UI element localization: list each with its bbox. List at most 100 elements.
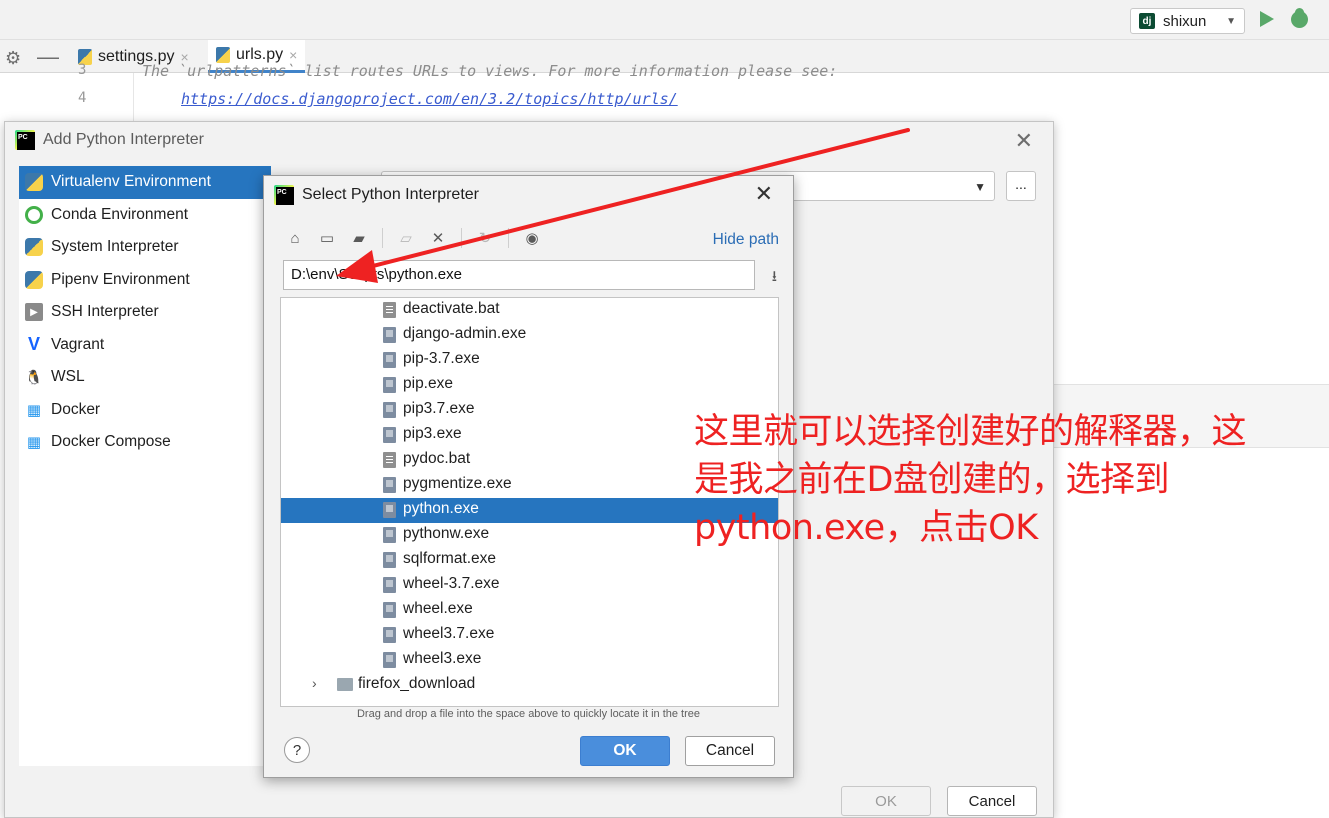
executable-file-icon [383, 602, 396, 618]
annotation-line: python.exe，点击OK [694, 508, 1038, 548]
code-docs-link[interactable]: https://docs.djangoproject.com/en/3.2/to… [181, 90, 678, 108]
path-field[interactable]: D:\env\Scripts\python.exe [283, 260, 755, 290]
toolbar-divider [508, 228, 509, 248]
show-hidden-files-icon[interactable]: ◉ [523, 229, 541, 247]
line-number: 4 [78, 90, 87, 106]
file-name: pythonw.exe [403, 525, 490, 542]
executable-file-icon [383, 377, 396, 393]
docker-icon: ▦ [26, 401, 42, 419]
executable-file-icon [383, 627, 396, 643]
gear-icon[interactable]: ⚙ [5, 48, 21, 69]
ok-button[interactable]: OK [841, 786, 931, 816]
tree-folder-row[interactable]: › firefox_download [281, 673, 778, 698]
env-item-ssh[interactable]: ▶ SSH Interpreter [19, 296, 271, 329]
env-item-docker[interactable]: ▦ Docker [19, 394, 271, 427]
dialog-title: Select Python Interpreter [302, 186, 479, 203]
close-tab-icon[interactable]: × [289, 47, 297, 63]
browse-button[interactable]: ... [1006, 171, 1036, 201]
django-icon: dj [1139, 13, 1155, 29]
executable-file-icon [383, 502, 396, 518]
file-name: pip3.7.exe [403, 400, 475, 417]
file-name: wheel3.7.exe [403, 625, 495, 642]
executable-file-icon [383, 352, 396, 368]
code-comment-line: The `urlpatterns` list routes URLs to vi… [142, 62, 838, 80]
executable-file-icon [383, 527, 396, 543]
executable-file-icon [383, 552, 396, 568]
run-icon[interactable] [1260, 11, 1274, 27]
tree-file-row[interactable]: django-admin.exe [281, 323, 778, 348]
close-icon[interactable]: ✕ [1015, 128, 1033, 154]
debug-icon[interactable] [1291, 8, 1308, 28]
executable-file-icon [383, 577, 396, 593]
env-item-label: System Interpreter [51, 238, 179, 256]
tree-file-row[interactable]: wheel-3.7.exe [281, 573, 778, 598]
env-item-wsl[interactable]: 🐧 WSL [19, 361, 271, 394]
env-item-label: Vagrant [51, 335, 105, 353]
env-item-label: Pipenv Environment [51, 270, 190, 288]
env-item-vagrant[interactable]: V Vagrant [19, 329, 271, 362]
tree-file-row[interactable]: pip-3.7.exe [281, 348, 778, 373]
dialog-title: Add Python Interpreter [43, 131, 204, 148]
folder-name: firefox_download [358, 675, 476, 692]
cancel-button[interactable]: Cancel [947, 786, 1037, 816]
file-name: wheel.exe [403, 600, 473, 617]
pycharm-icon [15, 130, 35, 150]
minimize-icon[interactable]: — [37, 44, 59, 70]
hide-path-link[interactable]: Hide path [713, 231, 779, 249]
chevron-down-icon: ▼ [1226, 15, 1236, 27]
conda-icon [25, 205, 43, 224]
chevron-right-icon[interactable]: › [312, 675, 317, 691]
download-path-icon[interactable]: ⭳ [772, 266, 777, 291]
file-name: pydoc.bat [403, 450, 471, 467]
env-item-docker-compose[interactable]: ▦ Docker Compose [19, 426, 271, 459]
tree-file-row[interactable]: deactivate.bat [281, 298, 778, 323]
annotation-line: 是我之前在D盘创建的，选择到 [694, 460, 1169, 500]
environment-type-list: Virtualenv Environment Conda Environment… [19, 166, 271, 766]
tree-file-row[interactable]: wheel3.7.exe [281, 623, 778, 648]
refresh-icon[interactable]: ↻ [476, 229, 494, 247]
new-folder-icon[interactable]: ▱ [397, 229, 415, 247]
ssh-icon: ▶ [25, 303, 43, 322]
delete-icon[interactable]: ✕ [429, 229, 447, 247]
file-name: pip-3.7.exe [403, 350, 480, 367]
batch-file-icon [383, 452, 396, 468]
env-item-conda[interactable]: Conda Environment [19, 199, 271, 232]
close-icon[interactable]: ✕ [755, 181, 773, 207]
env-item-label: SSH Interpreter [51, 303, 159, 321]
tree-file-row[interactable]: pip.exe [281, 373, 778, 398]
tree-file-row[interactable]: wheel3.exe [281, 648, 778, 673]
file-name: pip.exe [403, 375, 453, 392]
home-icon[interactable]: ⌂ [286, 229, 304, 247]
env-item-pipenv[interactable]: Pipenv Environment [19, 264, 271, 297]
vagrant-icon: V [27, 334, 40, 355]
help-button[interactable]: ? [284, 737, 310, 763]
pycharm-icon [274, 185, 294, 205]
executable-file-icon [383, 652, 396, 668]
drag-drop-hint: Drag and drop a file into the space abov… [356, 708, 701, 720]
file-name: wheel-3.7.exe [403, 575, 500, 592]
env-item-system[interactable]: System Interpreter [19, 231, 271, 264]
run-configuration-selector[interactable]: dj shixun ▼ [1130, 8, 1245, 34]
file-name: pygmentize.exe [403, 475, 512, 492]
project-folder-icon[interactable]: ▰ [350, 229, 368, 247]
executable-file-icon [383, 427, 396, 443]
env-item-virtualenv[interactable]: Virtualenv Environment [19, 166, 271, 199]
dialog-title-bar: Select Python Interpreter [274, 185, 479, 205]
toolbar-divider [382, 228, 383, 248]
docker-icon: ▦ [26, 434, 42, 452]
env-item-label: Docker [51, 400, 101, 418]
annotation-line: 这里就可以选择创建好的解释器，这 [694, 412, 1247, 452]
tree-file-row[interactable]: wheel.exe [281, 598, 778, 623]
python-file-icon [216, 47, 230, 63]
pipenv-icon [25, 270, 43, 289]
python-icon [25, 173, 43, 192]
desktop-icon[interactable]: ▭ [318, 229, 336, 247]
ok-button[interactable]: OK [580, 736, 670, 766]
dialog-title-bar: Add Python Interpreter [15, 130, 204, 150]
env-item-label: Virtualenv Environment [51, 173, 211, 191]
file-name: wheel3.exe [403, 650, 482, 667]
annotation-text: 这里就可以选择创建好的解释器，这 是我之前在D盘创建的，选择到 python.e… [694, 408, 1314, 552]
env-item-label: Conda Environment [51, 205, 188, 223]
cancel-button[interactable]: Cancel [685, 736, 775, 766]
toolbar-divider [461, 228, 462, 248]
